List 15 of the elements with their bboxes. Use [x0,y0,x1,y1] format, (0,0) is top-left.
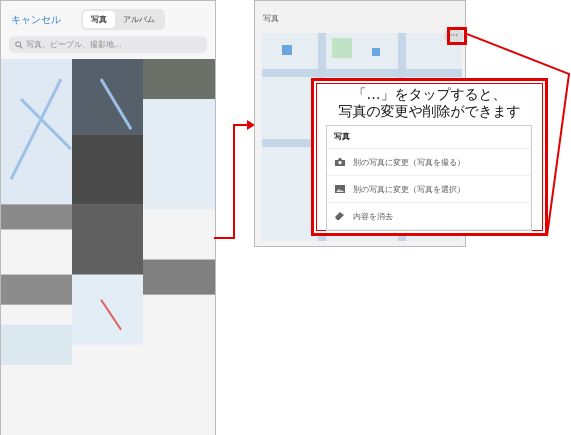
callout-text: 「…」をタップすると、 [352,87,508,104]
eraser-icon [335,212,345,220]
tab[interactable]: アルバム [115,11,163,28]
menu-title: 写真 [327,126,531,149]
tab[interactable]: 写真 [83,11,115,28]
search-field[interactable]: 写真、ピープル、撮影地... [9,36,207,53]
cancel-button[interactable]: キャンセル [11,12,61,26]
highlight-frame [447,27,467,45]
menu-item[interactable]: 内容を消去 [327,203,531,230]
menu-item[interactable]: 別の写真に変更（写真を選択） [327,176,531,203]
camera-icon [335,158,345,166]
callout-text: 写真の変更や削除ができます [338,104,522,121]
menu-item[interactable]: 別の写真に変更（写真を撮る） [327,149,531,176]
section-title: 写真 [263,13,280,24]
image-icon [335,185,345,193]
